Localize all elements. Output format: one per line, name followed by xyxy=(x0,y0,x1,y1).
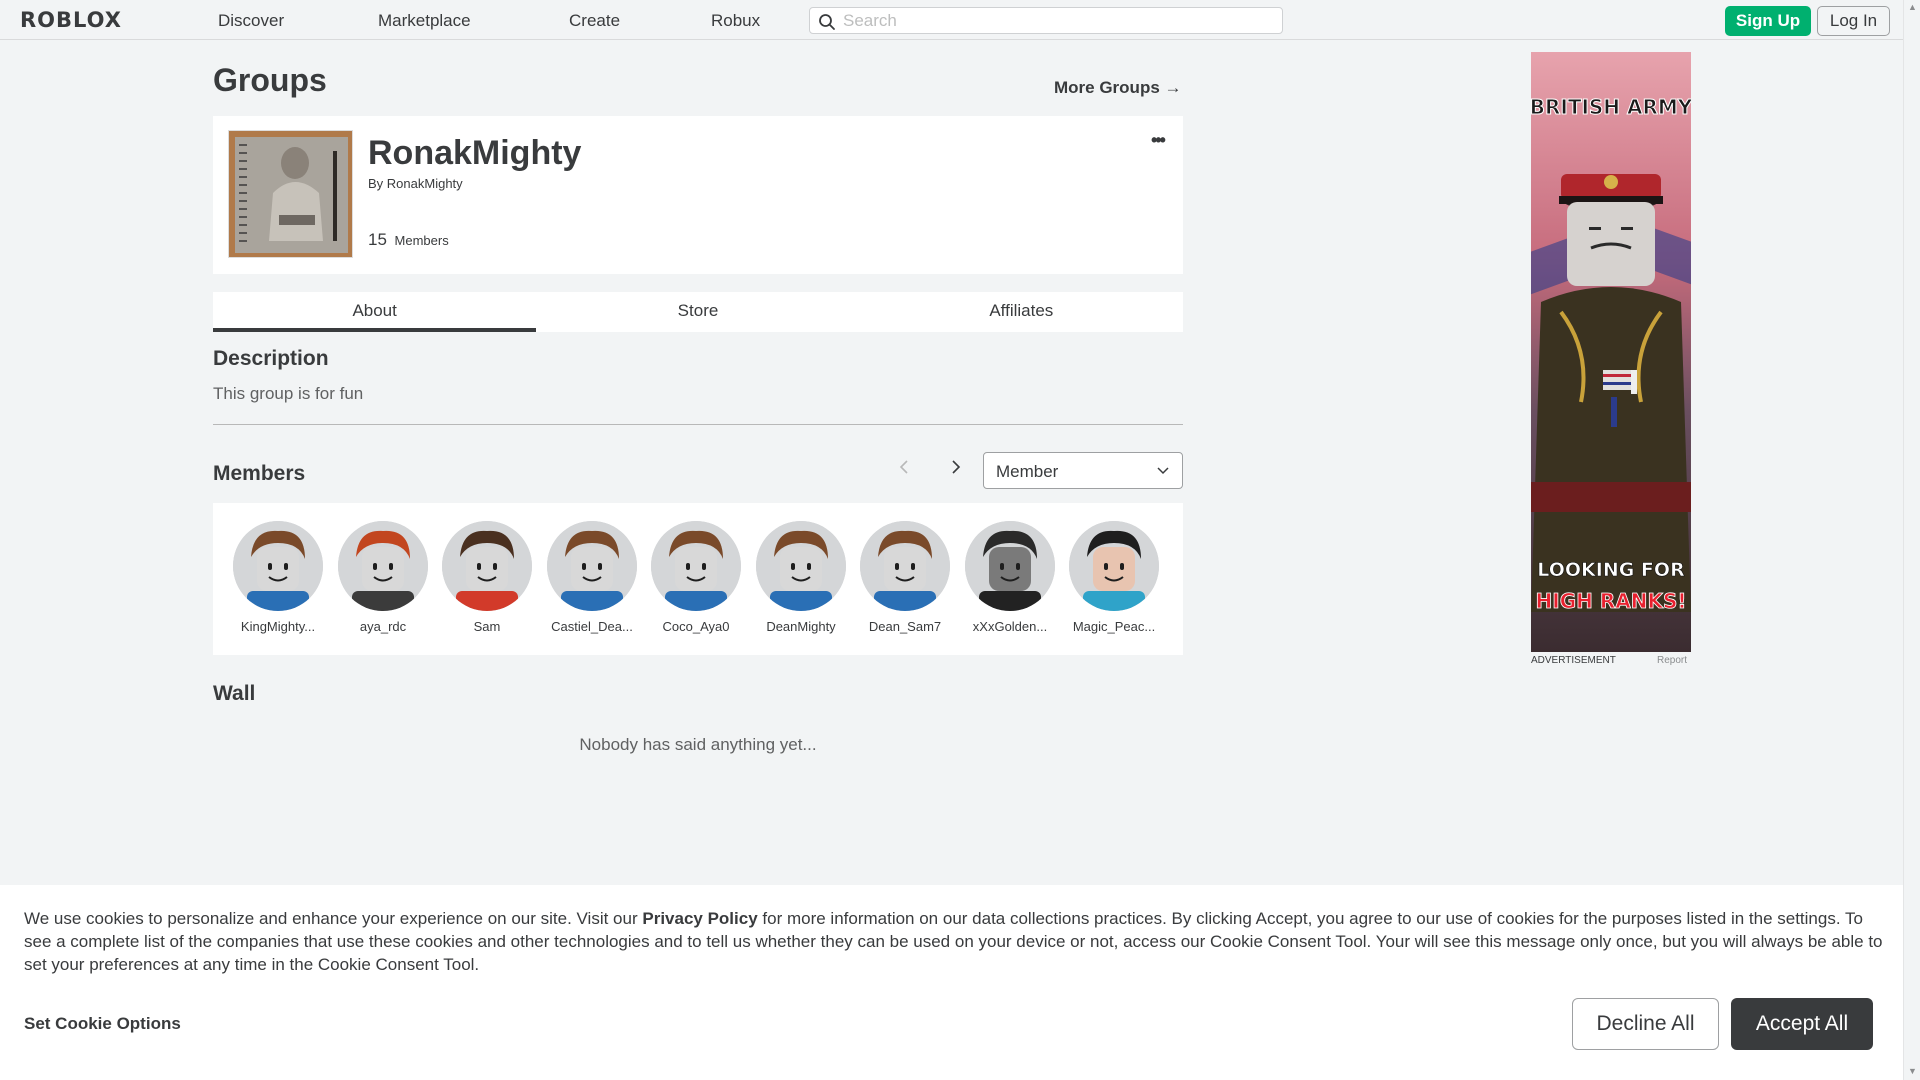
section-divider xyxy=(213,424,1183,425)
page-scrollbar[interactable]: ▲ ▼ xyxy=(1903,0,1920,1080)
sign-up-button[interactable]: Sign Up xyxy=(1725,6,1811,36)
member-name[interactable]: KingMighty... xyxy=(226,619,330,634)
member-avatar[interactable] xyxy=(860,521,950,611)
group-owner-link[interactable]: RonakMighty xyxy=(387,176,463,191)
group-emblem xyxy=(228,130,353,258)
cookie-text-before: We use cookies to personalize and enhanc… xyxy=(24,909,643,928)
role-dropdown-value: Member xyxy=(996,462,1059,481)
roblox-logo[interactable]: ROBLOX xyxy=(20,8,122,32)
previous-page-icon[interactable] xyxy=(898,458,910,481)
member-name[interactable]: xXxGolden... xyxy=(958,619,1062,634)
set-cookie-options-link[interactable]: Set Cookie Options xyxy=(24,1014,181,1034)
search-box[interactable] xyxy=(809,7,1283,34)
tab-about[interactable]: About xyxy=(213,292,537,332)
group-description: This group is for fun xyxy=(213,384,364,403)
member-name[interactable]: Sam xyxy=(435,619,539,634)
member-count-number: 15 xyxy=(368,230,387,249)
nav-link-discover[interactable]: Discover xyxy=(218,11,284,31)
role-dropdown[interactable]: Member xyxy=(983,452,1183,489)
description-heading: Description xyxy=(213,347,329,370)
search-input[interactable] xyxy=(843,10,1273,31)
by-label: By xyxy=(368,176,384,191)
member-item[interactable]: Coco_Aya0 xyxy=(644,521,748,634)
member-item[interactable]: Magic_Peac... xyxy=(1062,521,1166,634)
more-options-icon[interactable]: ••• xyxy=(1151,130,1166,151)
ad-headline-mid: LOOKING FOR xyxy=(1537,559,1685,581)
member-name[interactable]: Dean_Sam7 xyxy=(853,619,957,634)
cookie-message: We use cookies to personalize and enhanc… xyxy=(24,907,1884,976)
group-name: RonakMighty xyxy=(368,134,582,172)
cookie-consent-banner: We use cookies to personalize and enhanc… xyxy=(0,885,1903,1080)
member-avatar[interactable] xyxy=(756,521,846,611)
privacy-policy-link[interactable]: Privacy Policy xyxy=(642,909,757,928)
members-list: KingMighty... aya_rdc Sam Castiel_Dea... Coc… xyxy=(213,503,1183,655)
nav-link-robux[interactable]: Robux xyxy=(711,11,760,31)
group-header-card: RonakMighty By RonakMighty 15 Members ••… xyxy=(213,116,1183,274)
member-item[interactable]: xXxGolden... xyxy=(958,521,1062,634)
top-navigation-bar: ROBLOX Discover Marketplace Create Robux… xyxy=(0,0,1903,40)
member-name[interactable]: Castiel_Dea... xyxy=(540,619,644,634)
member-item[interactable]: Dean_Sam7 xyxy=(853,521,957,634)
group-owner-line: By RonakMighty xyxy=(368,176,463,191)
member-avatar[interactable] xyxy=(338,521,428,611)
wall-heading: Wall xyxy=(213,682,256,705)
member-name[interactable]: aya_rdc xyxy=(331,619,435,634)
member-count-label: Members xyxy=(394,233,449,248)
tab-store[interactable]: Store xyxy=(536,292,859,332)
member-name[interactable]: Coco_Aya0 xyxy=(644,619,748,634)
nav-link-marketplace[interactable]: Marketplace xyxy=(378,11,471,31)
nav-link-create[interactable]: Create xyxy=(569,11,620,31)
log-in-button[interactable]: Log In xyxy=(1817,6,1890,36)
member-item[interactable]: Castiel_Dea... xyxy=(540,521,644,634)
scroll-up-icon[interactable]: ▲ xyxy=(1908,2,1917,12)
member-avatar[interactable] xyxy=(965,521,1055,611)
group-tabs: About Store Affiliates xyxy=(213,292,1183,332)
member-name[interactable]: DeanMighty xyxy=(749,619,853,634)
ad-headline-bottom: HIGH RANKS! xyxy=(1536,589,1687,613)
search-icon xyxy=(819,14,835,30)
report-ad-link[interactable]: Report xyxy=(1657,655,1687,666)
member-count: 15 Members xyxy=(368,230,449,250)
next-page-icon[interactable] xyxy=(950,458,962,481)
member-avatar[interactable] xyxy=(442,521,532,611)
member-item[interactable]: Sam xyxy=(435,521,539,634)
advertisement-banner[interactable]: BRITISH ARMY LOOKING FOR HIGH RANKS! xyxy=(1531,52,1691,652)
members-heading: Members xyxy=(213,462,306,485)
more-groups-link[interactable]: More Groups → xyxy=(1054,78,1182,98)
member-item[interactable]: DeanMighty xyxy=(749,521,853,634)
tab-affiliates[interactable]: Affiliates xyxy=(860,292,1183,332)
member-item[interactable]: aya_rdc xyxy=(331,521,435,634)
accept-all-button[interactable]: Accept All xyxy=(1731,998,1873,1050)
member-name[interactable]: Magic_Peac... xyxy=(1062,619,1166,634)
scroll-down-icon[interactable]: ▼ xyxy=(1908,1066,1917,1076)
member-avatar[interactable] xyxy=(547,521,637,611)
member-avatar[interactable] xyxy=(1069,521,1159,611)
ad-headline-top: BRITISH ARMY xyxy=(1531,95,1691,119)
chevron-down-icon xyxy=(1157,467,1169,475)
decline-all-button[interactable]: Decline All xyxy=(1572,998,1719,1050)
page-title: Groups xyxy=(213,62,327,98)
advertisement-label: ADVERTISEMENT xyxy=(1531,655,1616,666)
member-avatar[interactable] xyxy=(651,521,741,611)
member-item[interactable]: KingMighty... xyxy=(226,521,330,634)
wall-empty-message: Nobody has said anything yet... xyxy=(579,735,817,754)
member-avatar[interactable] xyxy=(233,521,323,611)
